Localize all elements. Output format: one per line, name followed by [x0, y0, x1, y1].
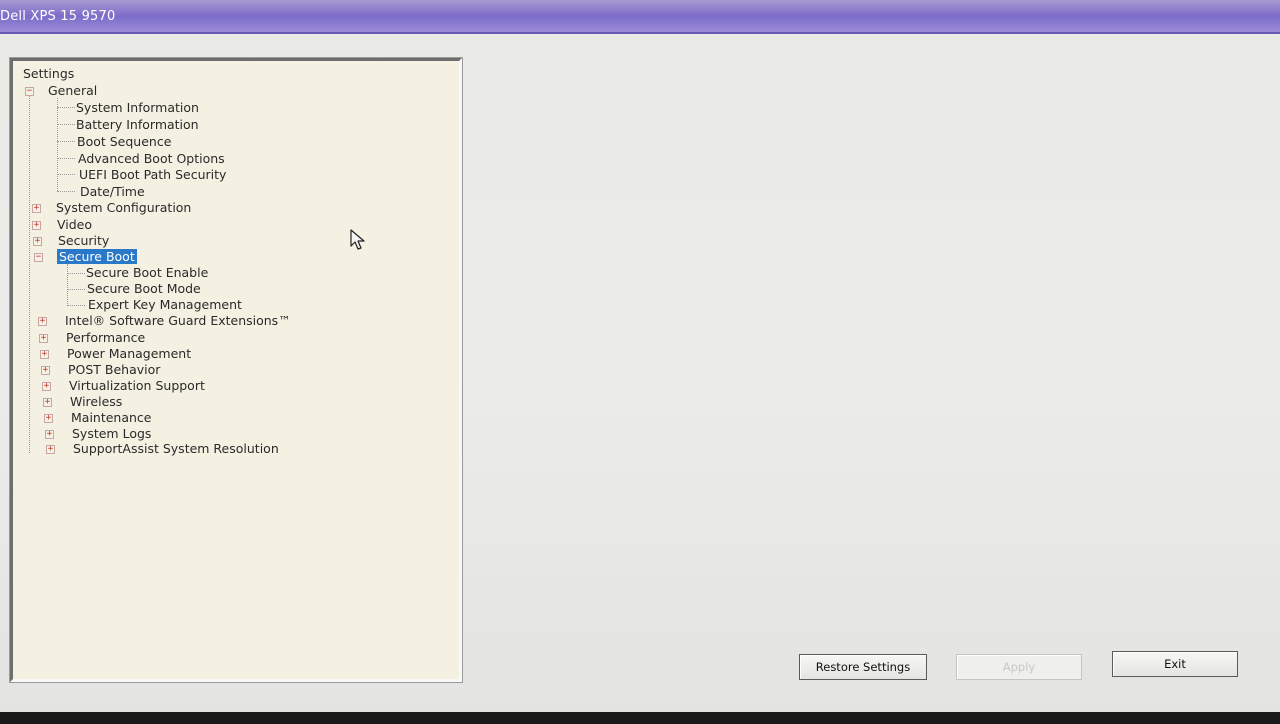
- tree-line: [67, 264, 68, 306]
- settings-tree-panel[interactable]: Settings − General System Information Ba…: [10, 58, 462, 682]
- tree-line: [67, 273, 85, 274]
- expand-icon[interactable]: +: [33, 237, 42, 246]
- tree-line: [57, 158, 75, 159]
- restore-settings-button[interactable]: Restore Settings: [799, 654, 927, 680]
- tree-item-post-behavior[interactable]: POST Behavior: [66, 362, 162, 377]
- apply-button[interactable]: Apply: [956, 654, 1082, 680]
- tree-line: [57, 124, 75, 125]
- tree-line: [67, 305, 85, 306]
- tree-item-uefi-boot-path-security[interactable]: UEFI Boot Path Security: [77, 167, 228, 182]
- tree-item-system-configuration[interactable]: System Configuration: [54, 200, 193, 215]
- tree-line: [57, 107, 75, 108]
- tree-line: [29, 91, 30, 453]
- tree-item-expert-key-management[interactable]: Expert Key Management: [86, 297, 244, 312]
- tree-line: [57, 141, 75, 142]
- tree-item-wireless[interactable]: Wireless: [68, 394, 124, 409]
- tree-item-video[interactable]: Video: [55, 217, 94, 232]
- collapse-icon[interactable]: −: [34, 253, 43, 262]
- tree-item-security[interactable]: Security: [56, 233, 111, 248]
- tree-line: [57, 98, 58, 191]
- expand-icon[interactable]: +: [43, 398, 52, 407]
- tree-item-advanced-boot-options[interactable]: Advanced Boot Options: [76, 151, 227, 166]
- exit-button[interactable]: Exit: [1112, 651, 1238, 677]
- tree-item-supportassist-system-resolution[interactable]: SupportAssist System Resolution: [71, 441, 281, 456]
- tree-item-system-information[interactable]: System Information: [74, 100, 201, 115]
- tree-line: [57, 174, 75, 175]
- window-title: Dell XPS 15 9570: [0, 9, 116, 24]
- tree-item-intel-sgx[interactable]: Intel® Software Guard Extensions™: [63, 313, 293, 328]
- tree-item-maintenance[interactable]: Maintenance: [69, 410, 154, 425]
- tree-item-performance[interactable]: Performance: [64, 330, 147, 345]
- tree-item-general[interactable]: General: [46, 83, 99, 98]
- screen-bezel: [0, 712, 1280, 724]
- tree-item-power-management[interactable]: Power Management: [65, 346, 193, 361]
- expand-icon[interactable]: +: [38, 317, 47, 326]
- collapse-icon[interactable]: −: [25, 87, 34, 96]
- tree-root-settings[interactable]: Settings: [21, 66, 76, 81]
- bios-screen: Dell XPS 15 9570 Settings − General Syst…: [0, 0, 1280, 724]
- settings-tree: Settings − General System Information Ba…: [13, 61, 459, 679]
- tree-item-boot-sequence[interactable]: Boot Sequence: [75, 134, 173, 149]
- expand-icon[interactable]: +: [40, 350, 49, 359]
- tree-line: [57, 191, 75, 192]
- tree-item-date-time[interactable]: Date/Time: [78, 184, 147, 199]
- expand-icon[interactable]: +: [42, 382, 51, 391]
- expand-icon[interactable]: +: [44, 414, 53, 423]
- tree-item-system-logs[interactable]: System Logs: [70, 426, 153, 441]
- mouse-pointer-icon: [350, 229, 365, 250]
- tree-item-secure-boot-mode[interactable]: Secure Boot Mode: [85, 281, 203, 296]
- tree-line: [67, 289, 85, 290]
- expand-icon[interactable]: +: [46, 445, 55, 454]
- tree-item-battery-information[interactable]: Battery Information: [74, 117, 201, 132]
- expand-icon[interactable]: +: [39, 334, 48, 343]
- title-bar: Dell XPS 15 9570: [0, 0, 1280, 34]
- tree-item-secure-boot[interactable]: Secure Boot: [57, 249, 137, 264]
- expand-icon[interactable]: +: [41, 366, 50, 375]
- tree-item-secure-boot-enable[interactable]: Secure Boot Enable: [84, 265, 210, 280]
- expand-icon[interactable]: +: [45, 430, 54, 439]
- expand-icon[interactable]: +: [32, 221, 41, 230]
- tree-item-virtualization-support[interactable]: Virtualization Support: [67, 378, 207, 393]
- tree-root-label: Settings: [23, 66, 75, 81]
- expand-icon[interactable]: +: [32, 204, 41, 213]
